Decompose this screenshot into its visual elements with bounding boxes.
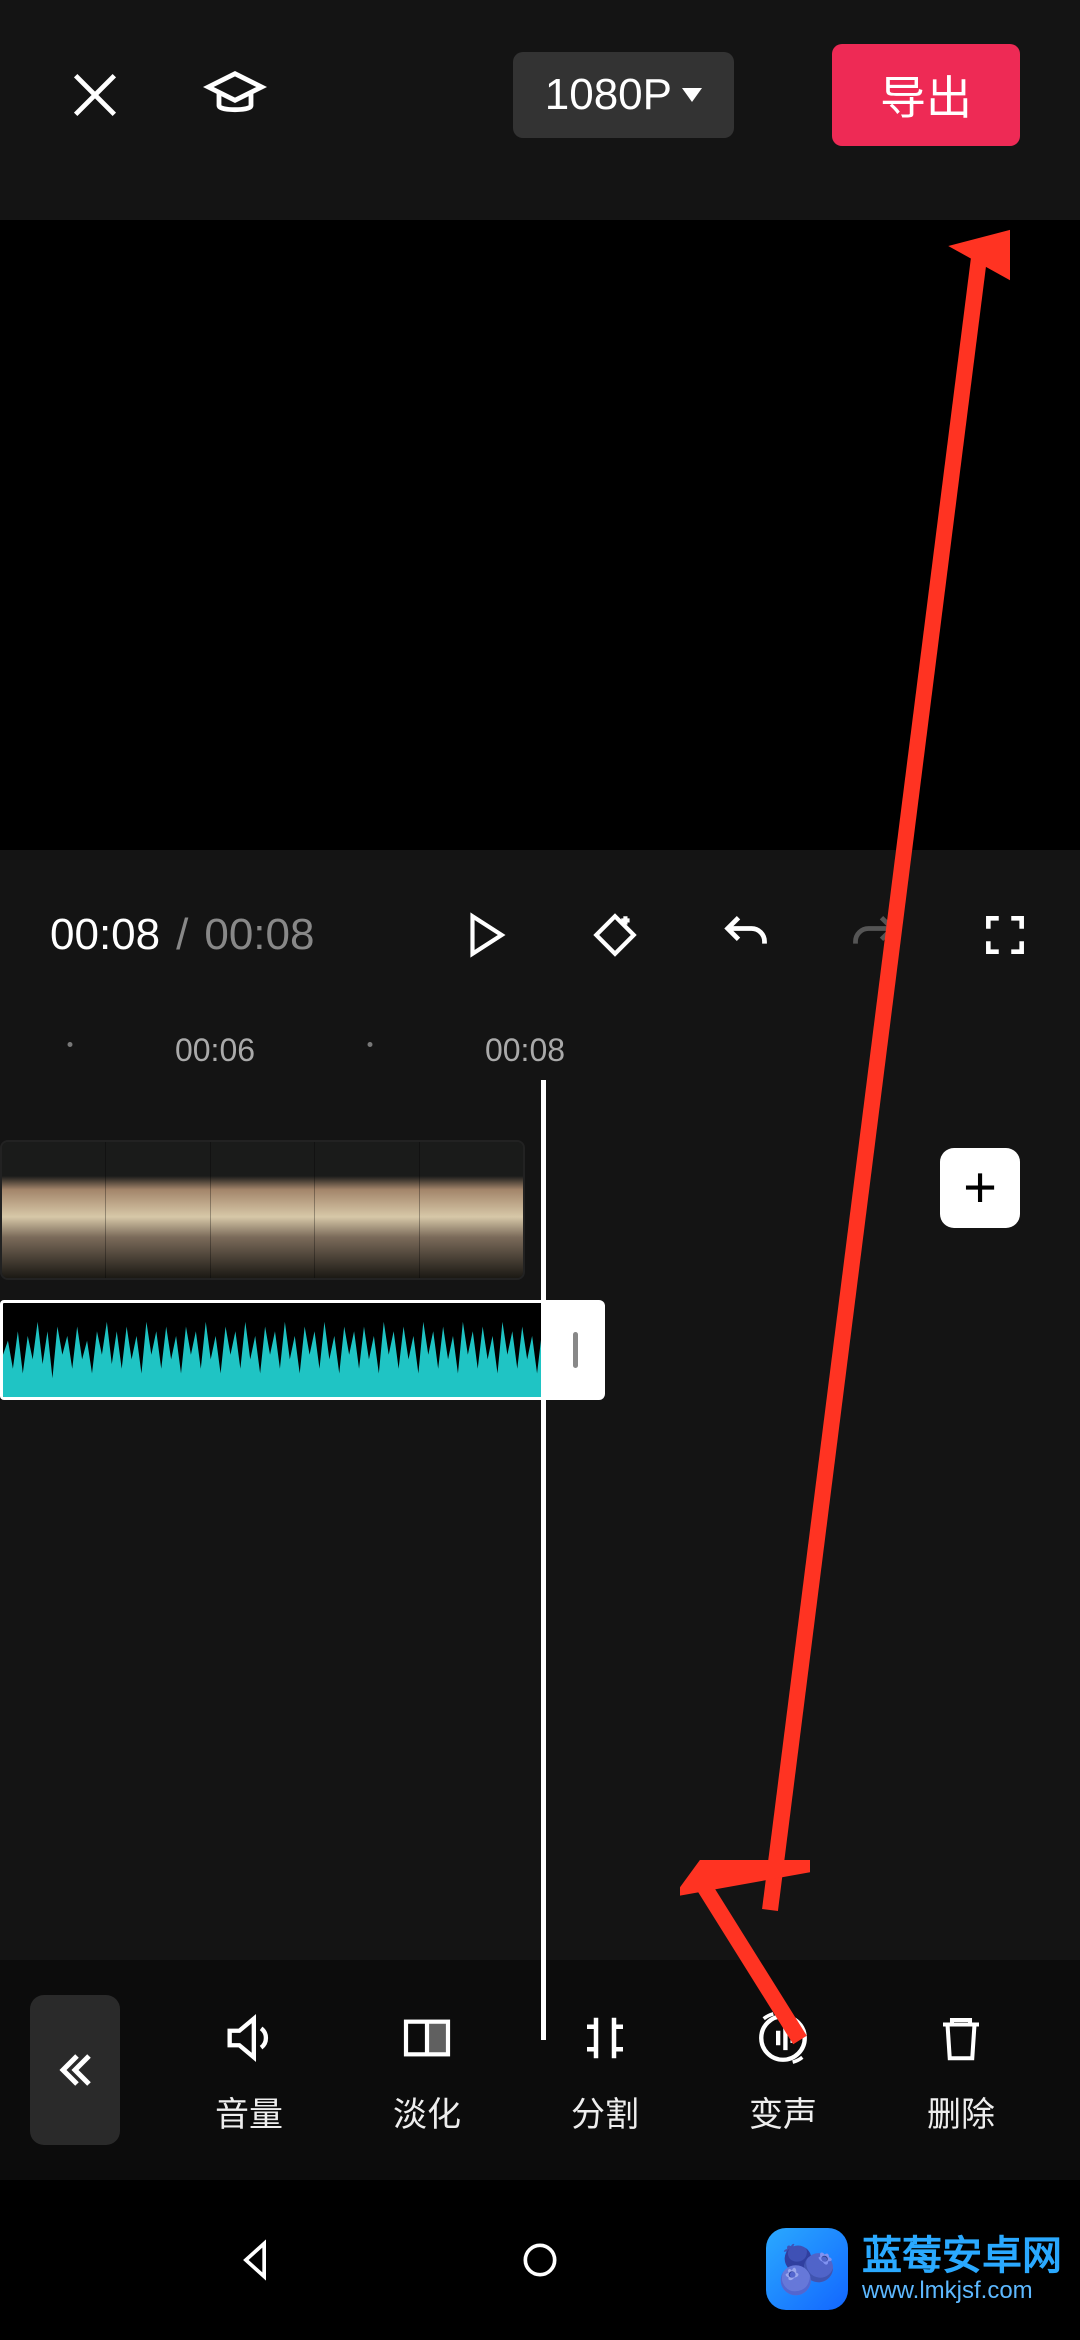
timecode: 00:08 / 00:08 [50,910,314,960]
ruler-tick: 00:08 [485,1032,565,1069]
tool-label: 淡化 [393,2087,461,2136]
plus-icon: + [963,1159,997,1217]
audio-clip[interactable] [0,1300,545,1400]
playhead[interactable] [541,1080,546,2040]
tool-label: 删除 [927,2087,995,2136]
tool-label: 音量 [215,2087,283,2136]
duration: 00:08 [204,910,314,960]
playback-bar: 00:08 / 00:08 [0,850,1080,1020]
watermark-url: www.lmkjsf.com [862,2278,1062,2304]
watermark: 🫐 蓝莓安卓网 www.lmkjsf.com [766,2228,1062,2310]
undo-icon[interactable] [710,900,780,970]
export-button[interactable]: 导出 [832,44,1020,146]
volume-icon [216,2005,282,2071]
bottom-toolbar: 音量 淡化 分割 变声 删除 [0,1960,1080,2180]
resolution-button[interactable]: 1080P [513,52,734,138]
tool-label: 变声 [749,2087,817,2136]
tool-volume[interactable]: 音量 [215,2005,283,2136]
redo-icon[interactable] [840,900,910,970]
play-icon[interactable] [450,900,520,970]
timeline[interactable]: 00:06 00:08 + [0,1020,1080,1990]
top-bar: 1080P 导出 [0,0,1080,190]
video-preview[interactable] [0,220,1080,850]
nav-home-icon[interactable] [510,2230,570,2290]
delete-icon [928,2005,994,2071]
time-separator: / [176,910,188,960]
watermark-badge-icon: 🫐 [766,2228,848,2310]
video-clip[interactable] [0,1140,525,1280]
graduation-cap-icon[interactable] [200,60,270,130]
nav-back-icon[interactable] [225,2230,285,2290]
tool-delete[interactable]: 删除 [927,2005,995,2136]
watermark-title: 蓝莓安卓网 [862,2234,1062,2278]
voicechange-icon [750,2005,816,2071]
add-keyframe-icon[interactable] [580,900,650,970]
ruler-tick: 00:06 [175,1032,255,1069]
resolution-label: 1080P [545,70,672,120]
back-button[interactable] [30,1995,120,2145]
ruler-dot [368,1042,373,1047]
tool-fade[interactable]: 淡化 [393,2005,461,2136]
timeline-ruler: 00:06 00:08 [0,1020,1080,1080]
fullscreen-icon[interactable] [970,900,1040,970]
current-time: 00:08 [50,910,160,960]
ruler-dot [68,1042,73,1047]
split-icon [572,2005,638,2071]
tool-label: 分割 [571,2087,639,2136]
add-clip-button[interactable]: + [940,1148,1020,1228]
fade-icon [394,2005,460,2071]
export-label: 导出 [880,72,972,124]
chevron-down-icon [682,88,702,102]
tool-voicechange[interactable]: 变声 [749,2005,817,2136]
close-icon[interactable] [60,60,130,130]
audio-clip-handle[interactable] [545,1300,605,1400]
tool-scroller[interactable]: 音量 淡化 分割 变声 删除 [160,2005,1050,2136]
tool-split[interactable]: 分割 [571,2005,639,2136]
